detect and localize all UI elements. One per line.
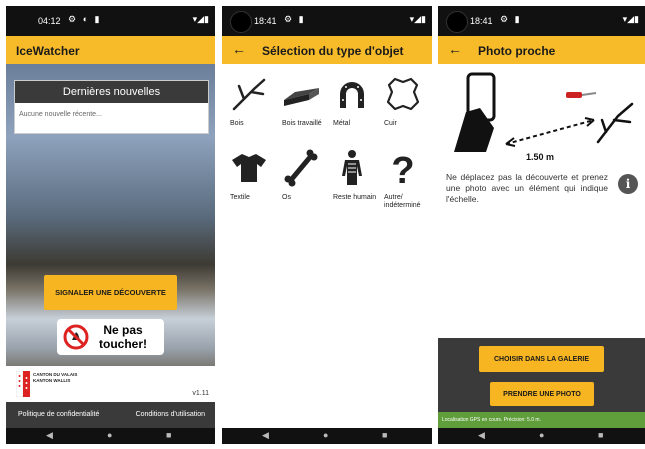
nav-home-icon[interactable]: ● (323, 430, 328, 440)
object-type-human-remains[interactable]: Reste humain (327, 142, 377, 216)
status-time: 04:12 (38, 16, 61, 26)
object-label: Reste humain (333, 194, 377, 201)
app-bar: ← Photo proche (438, 36, 645, 64)
distance-label: 1.50 m (526, 152, 555, 162)
close-photo-screen: 18:41 ⚙ ▮ ▾◢▮ ← Photo proche 1.50 m Ne d… (438, 6, 645, 444)
canton-name: CANTON DU VALAIS KANTON WALLIS (33, 372, 77, 384)
status-bar: 18:41 ⚙ ▮ ▾◢▮ (222, 6, 432, 36)
android-nav-bar: ◀ ● ■ (6, 428, 215, 444)
question-mark-icon: ? (391, 150, 414, 188)
svg-text:?: ? (391, 150, 414, 188)
app-version: v1.11 (192, 390, 209, 397)
instruction-text: Ne déplacez pas la découverte et prenez … (446, 172, 608, 204)
nav-home-icon[interactable]: ● (107, 430, 112, 440)
dont-touch-line2: toucher! (99, 337, 147, 351)
leather-hide-icon (386, 77, 420, 111)
status-bar: 04:12 ⚙ ◐ ▮ ▾◢▮ (6, 6, 215, 36)
app-bar: ← Sélection du type d'objet (222, 36, 432, 64)
nav-back-icon[interactable]: ◀ (46, 430, 53, 441)
canton-footer: CANTON DU VALAIS KANTON WALLIS v1.11 (6, 366, 215, 402)
phone-distance-illustration (454, 72, 634, 152)
status-bar: 18:41 ⚙ ▮ ▾◢▮ (438, 6, 645, 36)
canton-crest-icon (16, 371, 30, 397)
nav-back-icon[interactable]: ◀ (478, 430, 485, 441)
tshirt-icon (232, 154, 266, 182)
footer-links: Politique de confidentialité Conditions … (6, 402, 215, 428)
take-photo-button[interactable]: PRENDRE UNE PHOTO (490, 382, 594, 406)
back-arrow-icon[interactable]: ← (448, 41, 462, 57)
bone-icon (284, 149, 318, 187)
nav-back-icon[interactable]: ◀ (262, 430, 269, 441)
news-heading: Dernières nouvelles (15, 81, 208, 103)
action-panel: CHOISIR DANS LA GALERIE PRENDRE UNE PHOT… (438, 338, 645, 412)
object-label: Textile (230, 194, 250, 201)
signal-battery-icon: ▾◢▮ (192, 14, 209, 24)
object-label: Métal (333, 120, 351, 127)
object-type-worked-wood[interactable]: Bois travaillé (276, 68, 326, 142)
page-title: Sélection du type d'objet (262, 44, 404, 58)
dont-touch-text: Ne pas toucher! (99, 323, 147, 351)
wood-branch-icon (232, 78, 266, 111)
news-empty-text: Aucune nouvelle récente... (19, 111, 102, 118)
news-panel: Dernières nouvelles Aucune nouvelle réce… (14, 80, 209, 134)
terms-of-use-link[interactable]: Conditions d'utilisation (136, 411, 205, 418)
canton-line2: KANTON WALLIS (33, 378, 71, 383)
object-type-leather[interactable]: Cuir (378, 68, 428, 142)
nav-recents-icon[interactable]: ■ (382, 430, 387, 440)
object-type-textile[interactable]: Textile (224, 142, 274, 216)
gps-status-bar: Localisation GPS en cours. Précision: 5.… (438, 412, 645, 428)
notification-icons: ⚙ ▮ (500, 14, 522, 24)
home-screen: 04:12 ⚙ ◐ ▮ ▾◢▮ IceWatcher Dernières nou… (6, 6, 215, 444)
privacy-policy-link[interactable]: Politique de confidentialité (18, 411, 99, 418)
status-time: 18:41 (254, 16, 277, 26)
object-type-wood[interactable]: Bois (224, 68, 274, 142)
android-nav-bar: ◀ ● ■ (438, 428, 645, 444)
object-type-screen: 18:41 ⚙ ▮ ▾◢▮ ← Sélection du type d'obje… (222, 6, 432, 444)
dont-touch-line1: Ne pas (103, 323, 143, 337)
back-arrow-icon[interactable]: ← (232, 41, 246, 57)
camera-cutout (446, 11, 468, 33)
camera-cutout (230, 11, 252, 33)
object-label: Bois travaillé (282, 120, 322, 127)
status-time: 18:41 (470, 16, 493, 26)
horseshoe-icon (340, 82, 364, 108)
notification-icons: ⚙ ▮ (284, 14, 306, 24)
signal-battery-icon: ▾◢▮ (409, 14, 426, 24)
android-nav-bar: ◀ ● ■ (222, 428, 432, 444)
object-label: Cuir (384, 120, 397, 127)
object-label: Autre/ indéterminé (384, 194, 421, 209)
object-label: Bois (230, 120, 244, 127)
object-type-metal[interactable]: Métal (327, 68, 377, 142)
nav-home-icon[interactable]: ● (539, 430, 544, 440)
no-touch-icon (63, 324, 89, 350)
page-title: Photo proche (478, 44, 556, 58)
object-type-other[interactable]: ? Autre/ indéterminé (378, 142, 428, 216)
app-title: IceWatcher (16, 44, 80, 58)
nav-recents-icon[interactable]: ■ (598, 430, 603, 440)
dont-touch-sign: Ne pas toucher! (57, 319, 164, 355)
app-bar: IceWatcher (6, 36, 215, 64)
notification-icons: ⚙ ◐ ▮ (68, 14, 102, 24)
human-skeleton-icon (342, 150, 362, 185)
signal-battery-icon: ▾◢▮ (622, 14, 639, 24)
nav-recents-icon[interactable]: ■ (166, 430, 171, 440)
object-type-bone[interactable]: Os (276, 142, 326, 216)
info-icon[interactable]: i (618, 174, 638, 194)
object-label: Os (282, 194, 291, 201)
object-grid: Bois Bois travaillé Métal Cuir Textile O… (222, 64, 432, 428)
report-discovery-button[interactable]: SIGNALER UNE DÉCOUVERTE (44, 275, 177, 310)
choose-from-gallery-button[interactable]: CHOISIR DANS LA GALERIE (479, 346, 604, 372)
worked-wood-plank-icon (284, 88, 319, 106)
